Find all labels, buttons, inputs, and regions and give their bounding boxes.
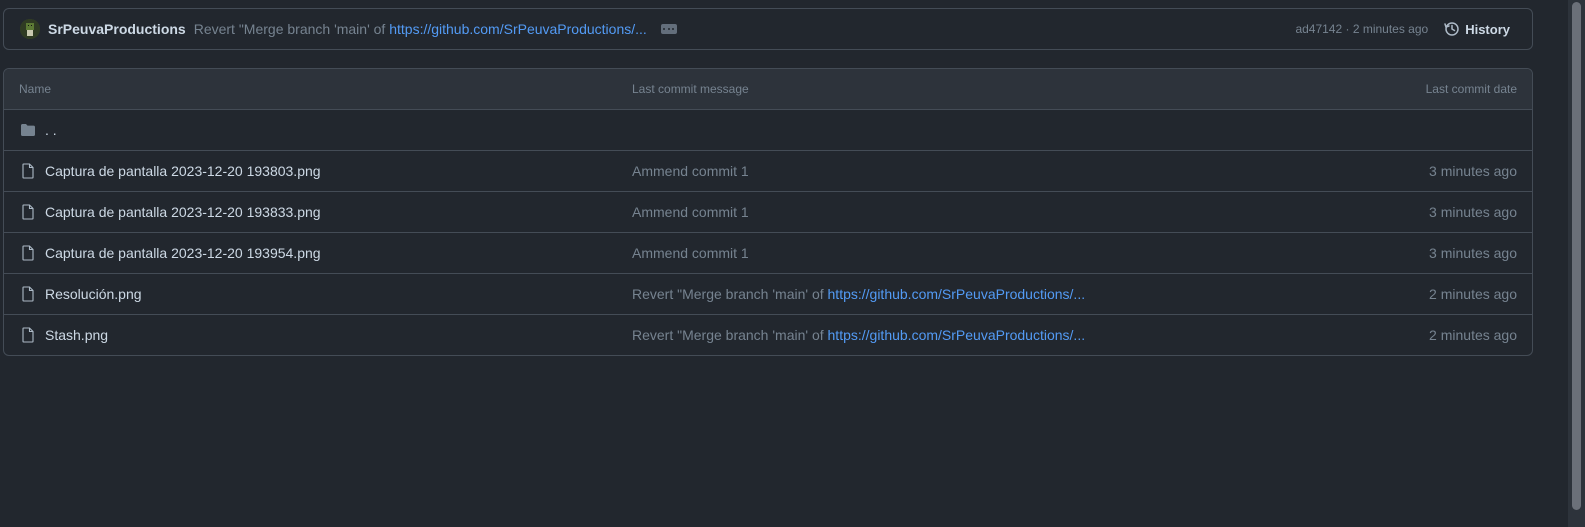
header-last-commit-date: Last commit date [1425, 82, 1517, 96]
file-table: Name Last commit message Last commit dat… [3, 68, 1533, 356]
row-commit-date: 2 minutes ago [1429, 327, 1517, 343]
row-commit-message-link[interactable]: https://github.com/SrPeuvaProductions/..… [828, 327, 1086, 343]
header-name: Name [19, 82, 52, 96]
commit-message-link[interactable]: https://github.com/SrPeuvaProductions/..… [389, 21, 647, 37]
file-name-link[interactable]: Captura de pantalla 2023-12-20 193803.pn… [45, 163, 321, 179]
table-row[interactable]: Captura de pantalla 2023-12-20 193803.pn… [4, 151, 1532, 192]
row-commit-message[interactable]: Revert "Merge branch 'main' of https://g… [632, 327, 1085, 343]
row-commit-message[interactable]: Ammend commit 1 [632, 163, 749, 179]
file-icon [22, 286, 34, 302]
scrollbar-thumb[interactable] [1572, 2, 1581, 510]
row-commit-message[interactable]: Revert "Merge branch 'main' of https://g… [632, 286, 1085, 302]
row-commit-message-text[interactable]: Ammend commit 1 [632, 204, 749, 220]
file-name-link[interactable]: Resolución.png [45, 286, 142, 302]
row-commit-message-link[interactable]: https://github.com/SrPeuvaProductions/..… [828, 286, 1086, 302]
table-row[interactable]: Resolución.png Revert "Merge branch 'mai… [4, 274, 1532, 315]
file-browser-page: SrPeuvaProductions Revert "Merge branch … [0, 0, 1585, 527]
file-icon [22, 327, 34, 343]
table-header: Name Last commit message Last commit dat… [4, 69, 1532, 110]
file-name-link[interactable]: Stash.png [45, 327, 108, 343]
commit-message[interactable]: Revert "Merge branch 'main' of https://g… [194, 21, 647, 37]
file-icon [22, 204, 34, 220]
commit-message-text[interactable]: Revert "Merge branch 'main' of [194, 21, 390, 37]
row-commit-message-text[interactable]: Ammend commit 1 [632, 163, 749, 179]
table-row[interactable]: Stash.png Revert "Merge branch 'main' of… [4, 315, 1532, 355]
file-name-link[interactable]: Captura de pantalla 2023-12-20 193833.pn… [45, 204, 321, 220]
commit-sha-and-time[interactable]: ad47142 · 2 minutes ago [1295, 22, 1428, 36]
history-icon [1444, 22, 1459, 36]
file-icon [22, 245, 34, 261]
row-commit-message-text[interactable]: Revert "Merge branch 'main' of [632, 286, 828, 302]
history-button[interactable]: History [1444, 21, 1510, 37]
ellipsis-icon[interactable] [660, 24, 677, 34]
parent-directory-row[interactable]: . . [4, 110, 1532, 151]
row-commit-date: 3 minutes ago [1429, 163, 1517, 179]
header-last-commit-message: Last commit message [632, 82, 749, 96]
vertical-scrollbar[interactable] [1568, 0, 1585, 527]
row-commit-message-text[interactable]: Ammend commit 1 [632, 245, 749, 261]
file-name-link[interactable]: Captura de pantalla 2023-12-20 193954.pn… [45, 245, 321, 261]
row-commit-date: 3 minutes ago [1429, 204, 1517, 220]
parent-directory-link[interactable]: . . [45, 122, 57, 138]
history-label: History [1465, 21, 1510, 37]
table-row[interactable]: Captura de pantalla 2023-12-20 193954.pn… [4, 233, 1532, 274]
file-icon [22, 163, 34, 179]
author-avatar[interactable] [20, 19, 40, 39]
row-commit-date: 2 minutes ago [1429, 286, 1517, 302]
commit-author-link[interactable]: SrPeuvaProductions [48, 21, 186, 37]
row-commit-message-text[interactable]: Revert "Merge branch 'main' of [632, 327, 828, 343]
table-row[interactable]: Captura de pantalla 2023-12-20 193833.pn… [4, 192, 1532, 233]
row-commit-message[interactable]: Ammend commit 1 [632, 245, 749, 261]
latest-commit-bar: SrPeuvaProductions Revert "Merge branch … [3, 8, 1533, 50]
folder-icon [21, 124, 35, 136]
row-commit-date: 3 minutes ago [1429, 245, 1517, 261]
row-commit-message[interactable]: Ammend commit 1 [632, 204, 749, 220]
